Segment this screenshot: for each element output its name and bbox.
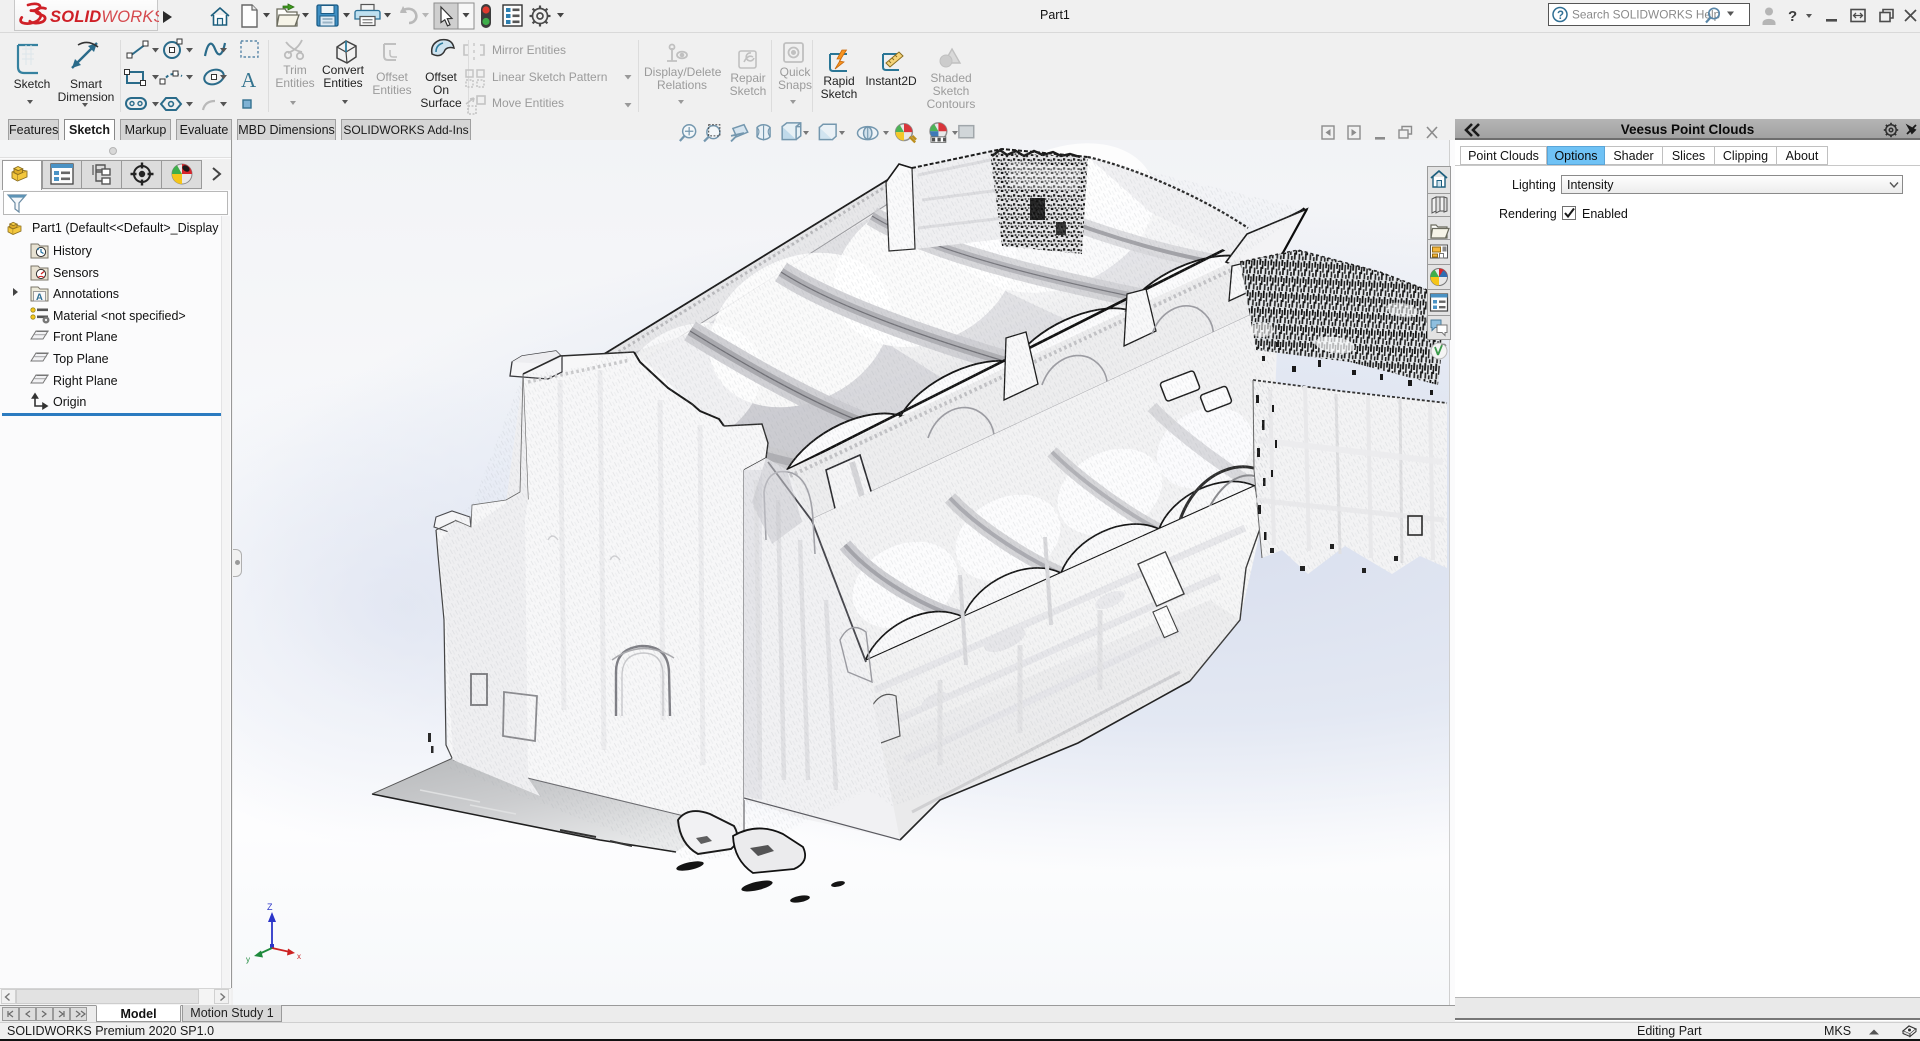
svg-text:?: ? bbox=[1557, 10, 1564, 22]
svg-text:SOLIDWORKS: SOLIDWORKS bbox=[50, 8, 159, 26]
svg-text:A: A bbox=[241, 68, 257, 92]
svg-text:x: x bbox=[297, 952, 301, 961]
svg-text:A: A bbox=[36, 292, 43, 303]
svg-text:?: ? bbox=[1788, 8, 1797, 25]
svg-text:Z: Z bbox=[267, 902, 273, 912]
svg-text:Search SOLIDWORKS Help: Search SOLIDWORKS Help bbox=[1572, 8, 1721, 22]
svg-text:y: y bbox=[246, 955, 250, 964]
